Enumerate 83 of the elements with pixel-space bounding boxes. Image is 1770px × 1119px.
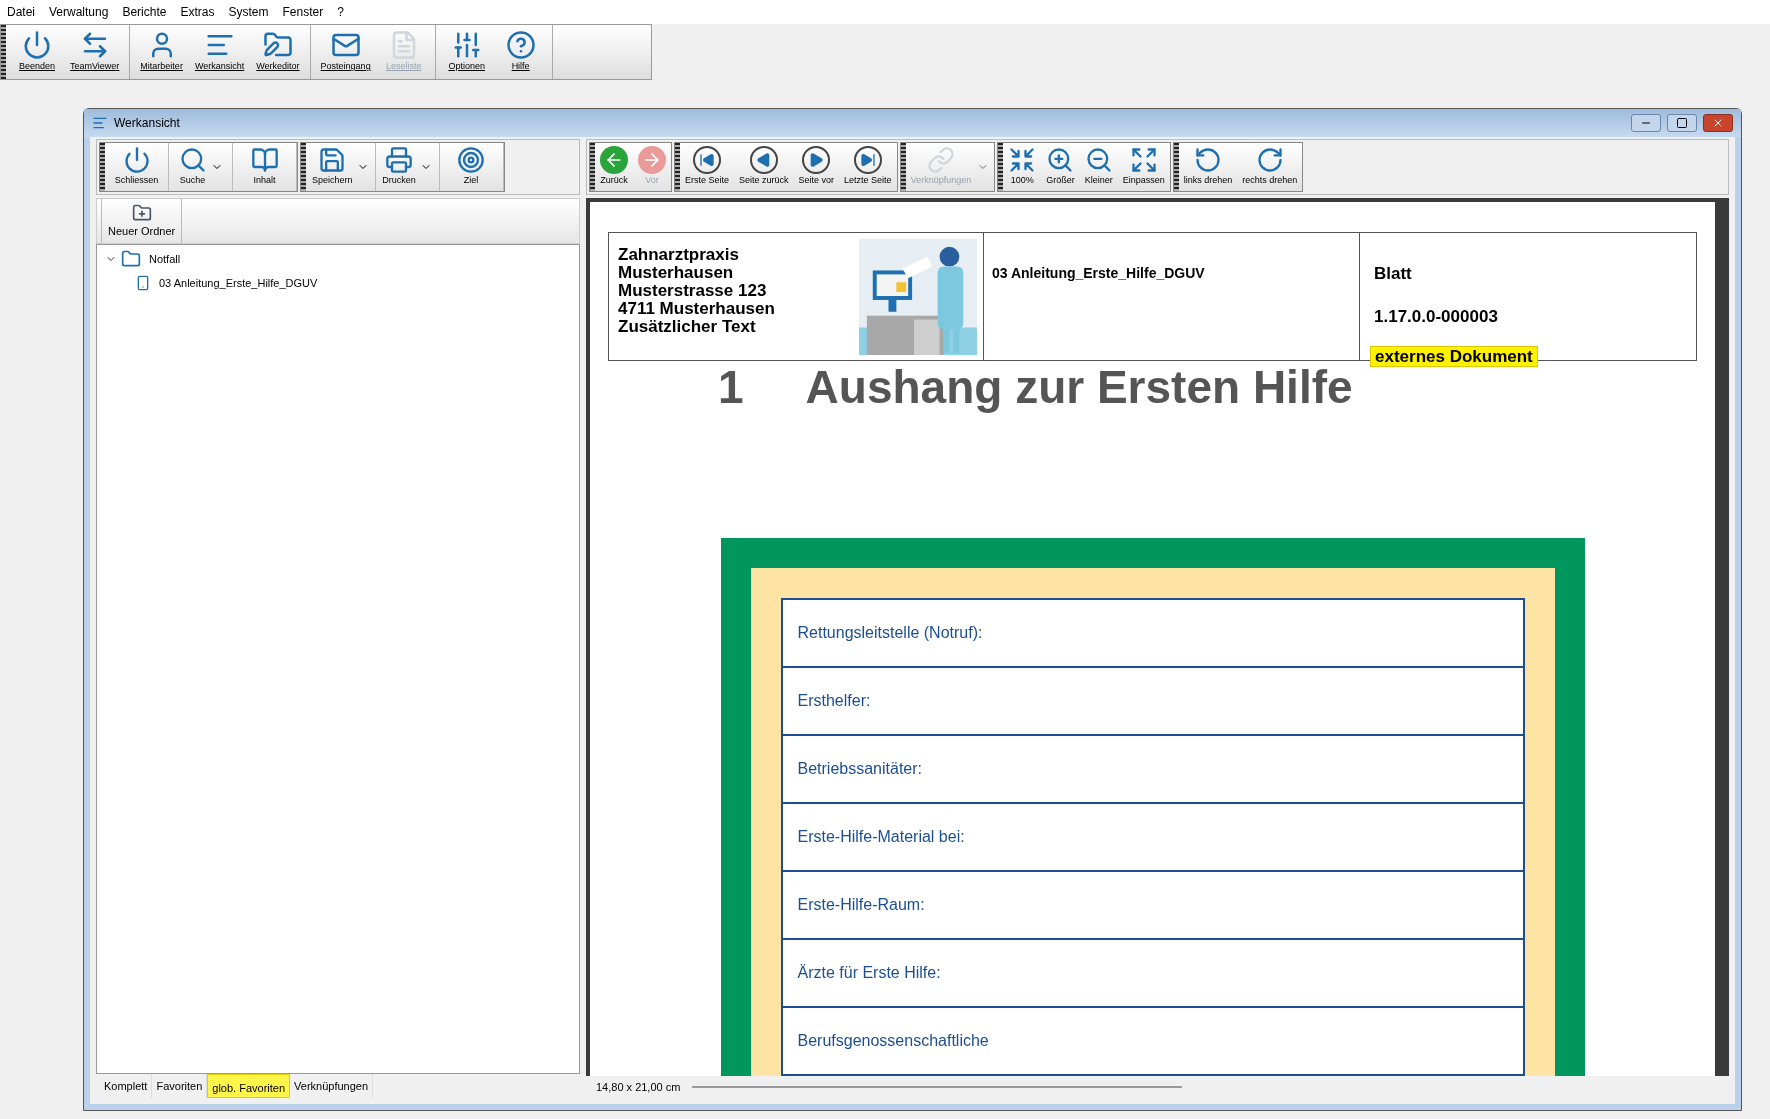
toolbar-button[interactable]: Letzte Seite <box>839 143 897 191</box>
shrink-icon <box>1008 146 1037 175</box>
form-row-label: Betriebssanitäter: <box>797 759 922 779</box>
page-size-label: 14,80 x 21,00 cm <box>596 1079 681 1095</box>
expand-icon <box>1129 146 1158 175</box>
folder-icon <box>121 249 141 269</box>
save-icon <box>318 146 347 175</box>
heading-number: 1 <box>718 361 744 413</box>
document-name: 03 Anleitung_Erste_Hilfe_DGUV <box>992 265 1205 281</box>
tab[interactable]: Komplett <box>100 1074 153 1098</box>
toolbar-button[interactable]: links drehen <box>1178 143 1238 191</box>
close-button[interactable] <box>1703 114 1733 132</box>
toolbar-button[interactable]: Speichern <box>306 143 376 191</box>
document-status-icon <box>135 273 151 293</box>
tab[interactable]: Verknüpfungen <box>290 1074 374 1098</box>
toolbar-button[interactable]: Werkeditor <box>250 25 306 79</box>
toolbar-button[interactable]: rechts drehen <box>1237 143 1303 191</box>
toolbar-button[interactable]: Zurück <box>595 143 633 191</box>
arrow-left-icon <box>600 146 628 175</box>
toolbar-button[interactable]: Erste Seite <box>680 143 735 191</box>
maximize-button[interactable] <box>1667 114 1697 132</box>
rotate-left-icon <box>1194 146 1222 175</box>
toolbar-button[interactable]: Größer <box>1041 143 1080 191</box>
help-icon <box>505 30 536 61</box>
zoom-in-icon <box>1046 146 1075 175</box>
toolbar-button[interactable]: Werkansicht <box>188 25 251 79</box>
rotate-right-icon <box>1255 146 1284 175</box>
document-type-badge: externes Dokument <box>1370 346 1538 367</box>
power-icon <box>122 146 151 175</box>
toolbar-button[interactable]: TeamViewer <box>64 25 126 79</box>
tree-item[interactable]: 03 Anleitung_Erste_Hilfe_DGUV <box>155 274 322 292</box>
sheet-label: Blatt <box>1373 263 1413 285</box>
toolbar-button[interactable]: Einpassen <box>1117 143 1170 191</box>
menu-item[interactable]: Datei <box>7 3 35 21</box>
window-icon <box>92 115 108 131</box>
tab[interactable]: glob. Favoriten <box>207 1074 291 1098</box>
form-row-label: Erste-Hilfe-Material bei: <box>797 827 965 847</box>
search-icon <box>178 146 207 175</box>
page-heading: Aushang zur Ersten Hilfe <box>805 361 1353 413</box>
link-icon <box>926 146 955 175</box>
last-page-icon <box>853 146 882 175</box>
form-row-label: Berufsgenossenschaftliche <box>797 1031 989 1051</box>
menu-item[interactable]: Fenster <box>282 3 324 21</box>
zoom-out-icon <box>1084 146 1113 175</box>
form-row-label: Erste-Hilfe-Raum: <box>797 895 925 915</box>
toolbar-button[interactable]: Hilfe <box>493 25 548 79</box>
toolbar-button[interactable]: Inhalt <box>233 143 297 191</box>
menu-item[interactable]: Verwaltung <box>49 3 109 21</box>
toolbar-button[interactable]: Seite vor <box>793 143 840 191</box>
toolbar-button[interactable]: Suche <box>169 143 233 191</box>
power-icon <box>22 30 52 61</box>
practice-address: Zahnarztpraxis Musterhausen Musterstrasse 123 4711 Musterhausen Zusätzlicher Text <box>618 244 776 338</box>
toolbar-button[interactable]: Schliessen <box>105 143 169 191</box>
toolbar-button[interactable]: Kleiner <box>1079 143 1118 191</box>
menu-item[interactable]: Berichte <box>122 3 167 21</box>
version-number: 1.17.0.0-000003 <box>1373 305 1499 328</box>
menu-item[interactable]: ? <box>337 3 344 21</box>
toolbar-button[interactable]: Posteingang <box>314 25 377 79</box>
folder-plus-icon <box>131 202 152 223</box>
menu-item[interactable]: Extras <box>180 3 215 21</box>
form-row-label: Rettungsleitstelle (Notruf): <box>797 623 983 643</box>
new-folder-button[interactable]: Neuer Ordner <box>101 199 183 243</box>
window-title: Werkansicht <box>114 115 181 132</box>
form-row-label: Ersthelfer: <box>797 691 871 711</box>
toolbar-button[interactable]: Beenden <box>10 25 64 79</box>
minimize-button[interactable] <box>1631 114 1661 132</box>
printer-icon <box>385 146 413 175</box>
menu-item[interactable]: System <box>228 3 269 21</box>
toolbar-button[interactable]: Seite zurück <box>734 143 794 191</box>
toolbar-button[interactable]: Drucken <box>375 143 440 191</box>
toolbar-button[interactable]: Ziel <box>439 143 504 191</box>
target-icon <box>457 146 486 175</box>
play-icon <box>802 146 831 175</box>
toolbar-button[interactable]: 100% <box>1003 143 1042 191</box>
play-left-icon <box>749 146 778 175</box>
toolbar-button[interactable]: Mitarbeiter <box>134 25 189 79</box>
first-page-icon <box>693 146 721 175</box>
arrow-right-icon <box>638 146 666 175</box>
form-row-label: Ärzte für Erste Hilfe: <box>797 963 941 983</box>
toolbar-button[interactable]: Optionen <box>439 25 494 79</box>
maximize-icon <box>1676 117 1688 129</box>
tree-item[interactable]: Notfall <box>145 250 185 268</box>
close-icon <box>1712 117 1724 129</box>
